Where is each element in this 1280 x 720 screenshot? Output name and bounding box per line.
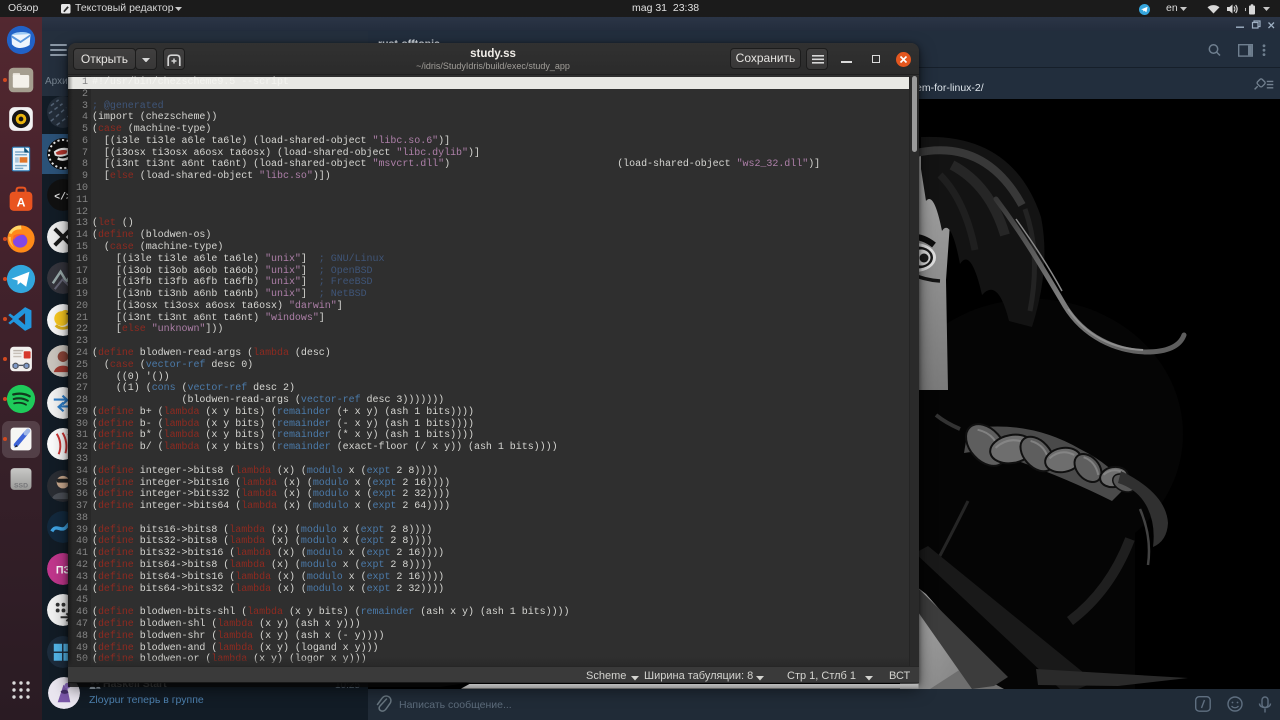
svg-text:SSD: SSD	[14, 483, 28, 490]
svg-text:A: A	[17, 196, 26, 210]
